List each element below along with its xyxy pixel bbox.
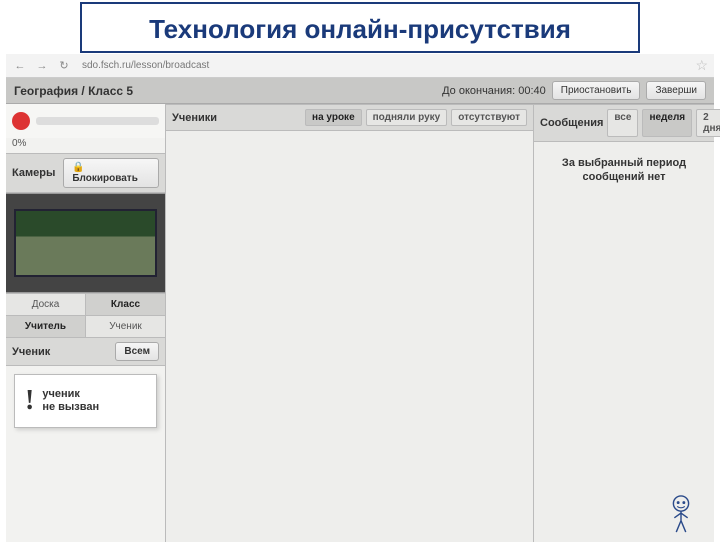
right-column: Сообщения все неделя 2 дня За выбранный … bbox=[534, 104, 714, 542]
chip-msg-all[interactable]: все bbox=[607, 109, 638, 137]
breadcrumb: География / Класс 5 bbox=[14, 84, 436, 98]
camera-image bbox=[14, 209, 157, 278]
slide-title: Технология онлайн-присутствия bbox=[80, 2, 640, 53]
content-area: 0% Камеры 🔒 Блокировать Доска Класс Учит… bbox=[6, 104, 714, 542]
lesson-header: География / Класс 5 До окончания: 00:40 … bbox=[6, 78, 714, 104]
lock-icon: 🔒 bbox=[72, 162, 84, 173]
finish-button[interactable]: Заверши bbox=[646, 81, 706, 100]
cameras-header: Камеры 🔒 Блокировать bbox=[6, 153, 165, 193]
student-panel-title: Ученик bbox=[12, 346, 50, 358]
mic-level-bar bbox=[36, 117, 159, 125]
students-header: Ученики на уроке подняли руку отсутствую… bbox=[166, 104, 533, 131]
student-line2: не вызван bbox=[42, 401, 99, 414]
tab-teacher[interactable]: Учитель bbox=[6, 316, 86, 337]
messages-filter-chips: все неделя 2 дня bbox=[607, 109, 720, 137]
mic-percent: 0% bbox=[6, 138, 165, 153]
student-line1: ученик bbox=[42, 388, 99, 401]
chip-msg-2days[interactable]: 2 дня bbox=[696, 109, 720, 137]
chip-msg-week[interactable]: неделя bbox=[642, 109, 692, 137]
mic-panel bbox=[6, 104, 165, 138]
cameras-title: Камеры bbox=[12, 167, 55, 179]
timer-label: До окончания: 00:40 bbox=[442, 85, 546, 97]
bookmark-star-icon[interactable]: ☆ bbox=[695, 57, 708, 74]
tab-klass[interactable]: Класс bbox=[86, 294, 165, 315]
students-filter-chips: на уроке подняли руку отсутствуют bbox=[305, 109, 527, 126]
mascot-icon bbox=[662, 492, 700, 536]
address-bar[interactable]: sdo.fsch.ru/lesson/broadcast bbox=[78, 60, 689, 71]
exclamation-icon: ! bbox=[25, 385, 34, 417]
left-column: 0% Камеры 🔒 Блокировать Доска Класс Учит… bbox=[6, 104, 166, 542]
back-icon[interactable]: ← bbox=[12, 58, 28, 74]
to-all-button[interactable]: Всем bbox=[115, 342, 159, 361]
pause-button[interactable]: Приостановить bbox=[552, 81, 641, 100]
forward-icon[interactable]: → bbox=[34, 58, 50, 74]
teacher-student-tabs: Учитель Ученик bbox=[6, 315, 165, 337]
middle-column: Ученики на уроке подняли руку отсутствую… bbox=[166, 104, 534, 542]
student-panel-header: Ученик Всем bbox=[6, 337, 165, 366]
chip-on-lesson[interactable]: на уроке bbox=[305, 109, 362, 126]
messages-empty: За выбранный период сообщений нет bbox=[534, 142, 714, 199]
tab-doska[interactable]: Доска bbox=[6, 294, 86, 315]
tab-student[interactable]: Ученик bbox=[86, 316, 165, 337]
block-cameras-button[interactable]: 🔒 Блокировать bbox=[63, 158, 159, 188]
students-title: Ученики bbox=[172, 112, 217, 124]
board-class-tabs: Доска Класс bbox=[6, 293, 165, 315]
student-card-text: ученик не вызван bbox=[42, 388, 99, 414]
browser-toolbar: ← → ↻ sdo.fsch.ru/lesson/broadcast ☆ bbox=[6, 54, 714, 78]
mic-icon[interactable] bbox=[12, 112, 30, 130]
camera-preview[interactable] bbox=[6, 193, 165, 293]
reload-icon[interactable]: ↻ bbox=[56, 58, 72, 74]
messages-title: Сообщения bbox=[540, 117, 603, 129]
block-label: Блокировать bbox=[72, 173, 138, 184]
chip-absent[interactable]: отсутствуют bbox=[451, 109, 527, 126]
chip-raised-hand[interactable]: подняли руку bbox=[366, 109, 448, 126]
browser-window: ← → ↻ sdo.fsch.ru/lesson/broadcast ☆ Гео… bbox=[6, 54, 714, 542]
messages-header: Сообщения все неделя 2 дня bbox=[534, 104, 714, 142]
student-card: ! ученик не вызван bbox=[14, 374, 157, 428]
